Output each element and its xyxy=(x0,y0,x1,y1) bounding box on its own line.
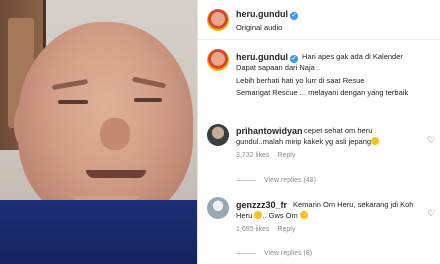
view-replies[interactable]: View replies (8) xyxy=(236,250,312,257)
comment-text: Heru .. Gws Om xyxy=(236,211,308,221)
laughing-emoji-icon xyxy=(371,137,380,145)
pleading-emoji-icon xyxy=(299,211,308,219)
right-eye xyxy=(134,98,162,102)
comment-text: cepet sehat om heru xyxy=(304,126,373,135)
caption-username[interactable]: heru.gundul ✓ xyxy=(236,52,298,63)
verified-badge-icon: ✓ xyxy=(290,12,298,20)
caption-line: Hari apes gak ada di Kalender xyxy=(302,52,403,61)
avatar[interactable] xyxy=(207,9,229,31)
comment-text: gundul..malah mirip kakek yg asli jepang xyxy=(236,137,380,147)
reply-link[interactable]: Reply xyxy=(277,226,295,233)
mouth xyxy=(86,170,146,178)
view-replies[interactable]: View replies (48) xyxy=(236,177,316,184)
comment-username[interactable]: prihantowidyan xyxy=(236,126,303,136)
comments-panel: heru.gundul ✓ Original audio heru.gundul ✓… xyxy=(197,0,440,264)
likes-count[interactable]: 3,732 likes xyxy=(236,152,269,159)
likes-count[interactable]: 1,695 likes xyxy=(236,226,269,233)
post-header: heru.gundul ✓ Original audio xyxy=(198,0,440,40)
video-frame[interactable] xyxy=(0,0,197,264)
comment-meta: 1,695 likes Reply xyxy=(236,226,303,233)
audio-label[interactable]: Original audio xyxy=(236,23,282,32)
comment-text: Kemarin Om Heru, sekarang jdi Koh xyxy=(293,200,414,209)
caption-avatar[interactable] xyxy=(207,49,229,71)
heart-icon[interactable]: ♡ xyxy=(426,208,436,218)
commenter-avatar[interactable] xyxy=(207,197,229,219)
header-username[interactable]: heru.gundul ✓ xyxy=(236,9,298,20)
blue-shirt xyxy=(0,200,197,264)
comment-meta: 3,732 likes Reply xyxy=(236,152,303,159)
left-eye xyxy=(58,100,88,104)
nose xyxy=(100,118,130,150)
reply-link[interactable]: Reply xyxy=(277,152,295,159)
commenter-avatar[interactable] xyxy=(207,124,229,146)
verified-badge-icon: ✓ xyxy=(290,55,298,63)
comment-username[interactable]: genzzz30_fr xyxy=(236,200,287,210)
caption-line: Dapat sapaan dari Naja . xyxy=(236,63,319,72)
caption-line: Semangat Rescue ... melayani dengan yang… xyxy=(236,88,409,97)
heart-icon[interactable]: ♡ xyxy=(426,135,436,145)
caption-line: Lebih berhati hati yo lurr di saat Resue xyxy=(236,76,365,85)
